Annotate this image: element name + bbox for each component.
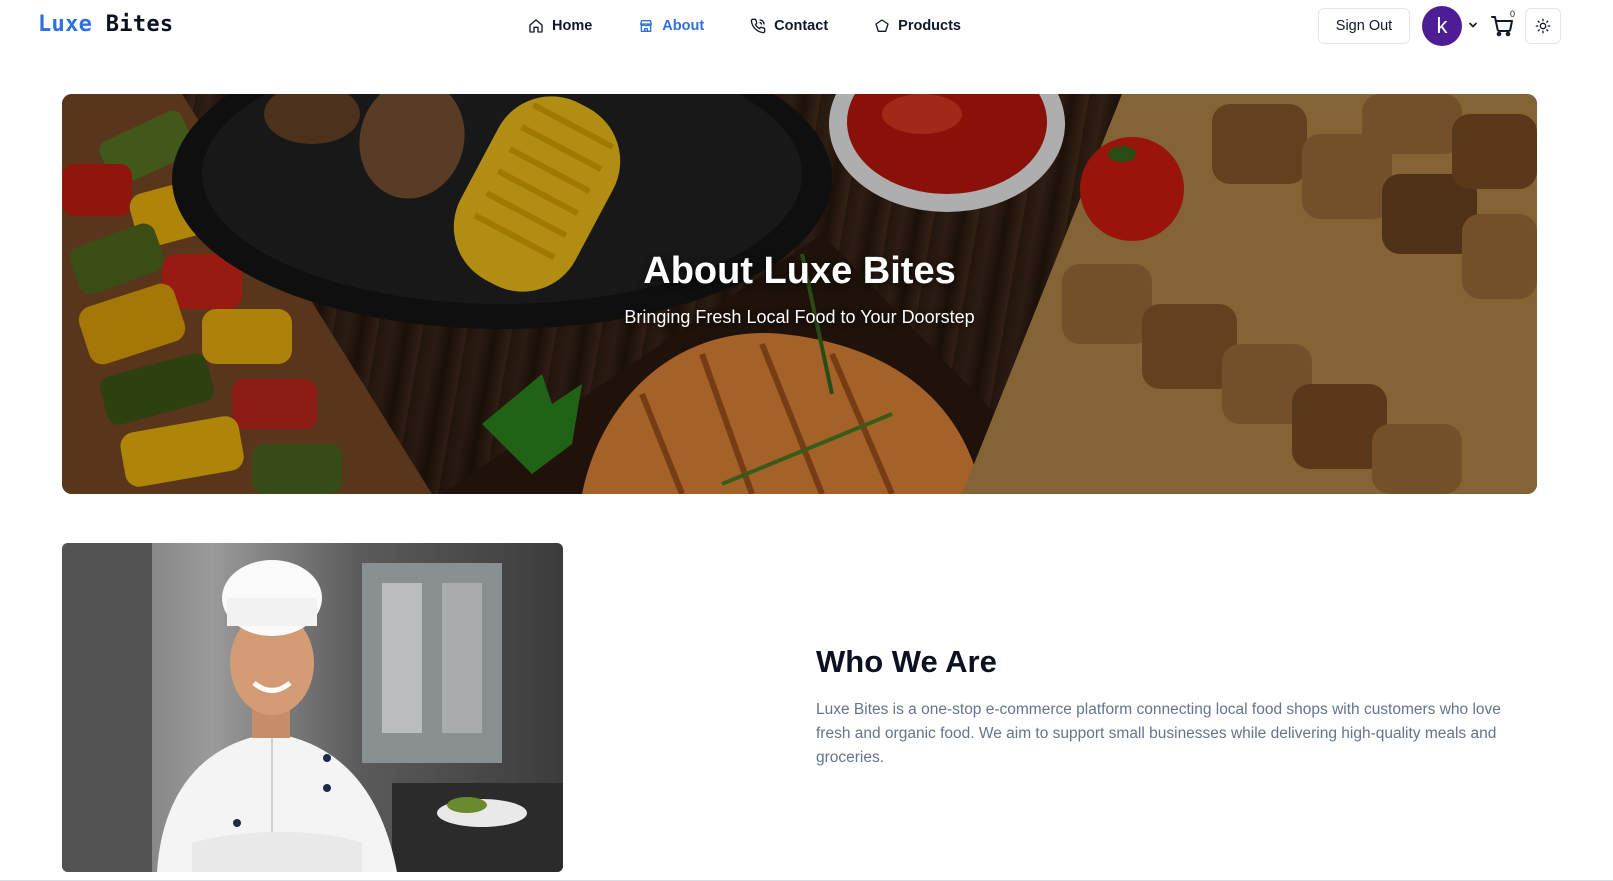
nav-item-contact[interactable]: Contact: [750, 18, 828, 34]
sun-icon: [1535, 18, 1551, 34]
who-we-are-text: Luxe Bites is a one-stop e-commerce plat…: [816, 701, 1501, 766]
package-icon: [875, 19, 889, 32]
main-nav: Home About Contact Products: [528, 15, 1007, 37]
store-icon: [640, 20, 653, 32]
brand-logo[interactable]: Luxe Bites: [38, 12, 173, 37]
hero-title: About Luxe Bites: [643, 250, 956, 292]
hero-banner: About Luxe Bites Bringing Fresh Local Fo…: [62, 94, 1537, 494]
chef-image: [62, 543, 563, 872]
nav-label-about: About: [662, 18, 705, 34]
nav-item-about[interactable]: About: [638, 18, 704, 34]
top-navbar: Luxe Bites Home About Contact Products S…: [0, 0, 1613, 52]
nav-item-products[interactable]: Products: [874, 18, 961, 34]
hero-subtitle: Bringing Fresh Local Food to Your Doorst…: [624, 307, 975, 327]
brand-name-part1: Luxe: [38, 12, 93, 37]
cart-count-badge: 0: [1510, 9, 1516, 19]
nav-label-contact: Contact: [774, 18, 829, 34]
hero-food-image: [62, 94, 1537, 494]
brand-name-part2: Bites: [105, 12, 174, 37]
theme-toggle-button[interactable]: [1525, 8, 1561, 44]
user-avatar[interactable]: k: [1422, 6, 1462, 46]
nav-label-home: Home: [552, 18, 593, 34]
nav-label-products: Products: [898, 18, 961, 34]
sign-out-button[interactable]: Sign Out: [1318, 8, 1410, 44]
who-we-are-title: Who We Are: [816, 644, 997, 679]
nav-item-home[interactable]: Home: [528, 18, 592, 34]
home-icon: [529, 19, 543, 33]
chevron-down-icon[interactable]: [1468, 20, 1478, 30]
phone-icon: [750, 18, 766, 34]
